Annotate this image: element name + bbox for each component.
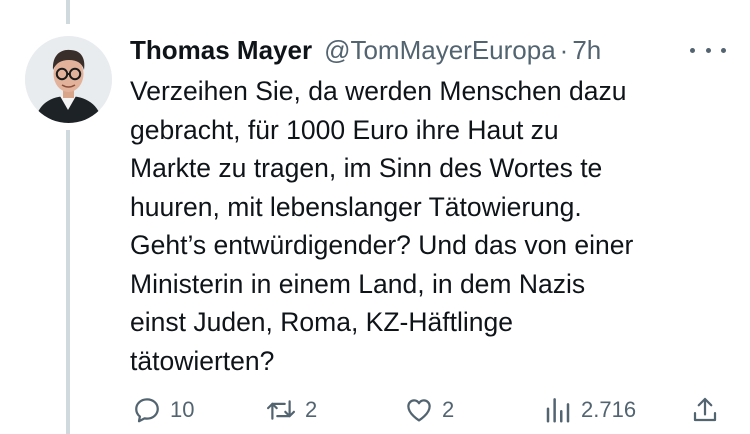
tweet-text-line: Markte zu tragen, im Sinn des Wortes te: [130, 153, 603, 183]
more-dot: [690, 47, 695, 53]
retweet-button[interactable]: 2: [265, 392, 317, 428]
display-name[interactable]: Thomas Mayer: [130, 31, 312, 69]
share-button[interactable]: [690, 392, 720, 428]
share-icon: [690, 395, 720, 425]
reply-icon: [132, 395, 162, 425]
tweet-text: Verzeihen Sie, da werden Menschen dazu g…: [130, 72, 730, 380]
tweet-text-line: gebracht, für 1000 Euro ihre Haut zu: [130, 114, 559, 145]
action-bar: 10 2 2 2.716: [0, 392, 750, 428]
retweet-count: 2: [305, 397, 318, 422]
retweet-icon: [265, 395, 297, 425]
tweet-text-line: Verzeihen Sie, da werden Menschen dazu: [130, 76, 627, 106]
user-handle[interactable]: @TomMayerEuropa: [324, 31, 556, 69]
avatar-portrait: [25, 36, 112, 123]
tweet-text-line: einst Juden, Roma, KZ-Häftlinge: [130, 307, 513, 337]
reply-count: 10: [170, 397, 195, 422]
like-count: 2: [442, 397, 455, 422]
tweet-text-line: tätowierten?: [130, 345, 275, 376]
more-dot: [721, 47, 726, 53]
tweet-text-line: Geht’s entwürdigender? Und das von einer: [130, 230, 634, 260]
views-count: 2.716: [581, 397, 637, 422]
separator-dot: ·: [559, 35, 569, 65]
views-chart-icon: [543, 395, 573, 425]
reply-button[interactable]: 10: [132, 392, 194, 428]
like-button[interactable]: 2: [404, 392, 454, 428]
more-dot: [705, 47, 711, 53]
tweet-text-line: huuren, mit lebenslanger Tätowierung.: [130, 191, 582, 222]
tweet-header: Thomas Mayer @TomMayerEuropa · 7h: [130, 31, 601, 69]
avatar[interactable]: [25, 36, 112, 123]
thread-connector-top: [66, 0, 70, 24]
views-button[interactable]: 2.716: [543, 392, 636, 428]
heart-icon: [404, 395, 434, 425]
tweet-text-line: Ministerin in einem Land, in dem Nazis: [130, 268, 586, 299]
more-dots-icon[interactable]: [690, 40, 726, 60]
thread-connector-bottom: [66, 130, 70, 434]
timestamp[interactable]: 7h: [572, 31, 601, 69]
